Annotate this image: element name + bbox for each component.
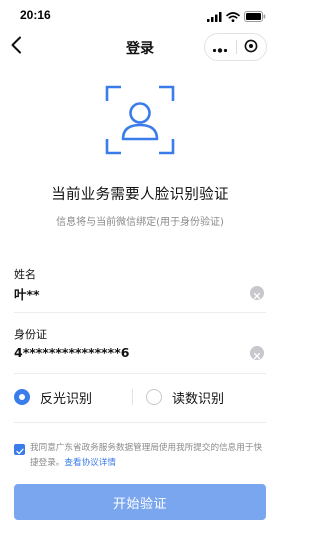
check-icon (15, 440, 24, 459)
radio-number-reading-recognition[interactable]: 读数识别 (146, 385, 224, 409)
nav-bar: 登录 (0, 32, 280, 62)
id-field[interactable]: 身份证 4***************6 (14, 326, 266, 366)
signal-icon (207, 7, 222, 26)
name-input[interactable]: 叶** (14, 284, 40, 303)
divider (14, 422, 266, 423)
wifi-icon (226, 7, 240, 26)
more-button[interactable] (205, 34, 236, 60)
radio-selected-icon (14, 389, 30, 405)
status-bar: 20:16 (0, 0, 280, 32)
id-label: 身份证 (14, 328, 47, 341)
start-verification-button[interactable]: 开始验证 (14, 484, 266, 520)
radio-label: 读数识别 (172, 391, 225, 407)
divider (14, 373, 266, 374)
radio-label: 反光识别 (40, 391, 93, 407)
recognition-mode-group: 反光识别 读数识别 (14, 385, 266, 409)
status-time: 20:16 (20, 8, 51, 22)
more-icon (212, 38, 228, 57)
clear-icon (253, 344, 261, 363)
agreement-checkbox[interactable] (14, 444, 25, 455)
divider (14, 312, 266, 313)
close-mini-program-button[interactable] (236, 34, 266, 60)
name-field[interactable]: 姓名 叶** (14, 266, 266, 306)
radio-divider (132, 389, 133, 405)
clear-id-button[interactable] (250, 346, 264, 360)
face-verify-subtitle: 信息将与当前微信绑定(用于身份验证) (56, 217, 224, 228)
name-label: 姓名 (14, 268, 36, 281)
face-scan-icon (105, 85, 175, 155)
radio-unselected-icon (146, 389, 162, 405)
clear-icon (253, 284, 261, 303)
target-icon (244, 38, 258, 57)
radio-reflective-recognition[interactable]: 反光识别 (14, 385, 92, 409)
agreement-text: 我同意广东省政务服务数据管理局使用我所提交的信息用于快捷登录。查看协议详情 (30, 441, 266, 471)
battery-icon (244, 7, 266, 26)
id-input[interactable]: 4***************6 (14, 345, 129, 360)
agreement: 我同意广东省政务服务数据管理局使用我所提交的信息用于快捷登录。查看协议详情 (14, 441, 266, 471)
clear-name-button[interactable] (250, 286, 264, 300)
mini-program-capsule (204, 33, 267, 61)
face-verify-title: 当前业务需要人脸识别验证 (51, 187, 229, 203)
view-agreement-link[interactable]: 查看协议详情 (64, 458, 116, 468)
status-icons (207, 10, 266, 22)
